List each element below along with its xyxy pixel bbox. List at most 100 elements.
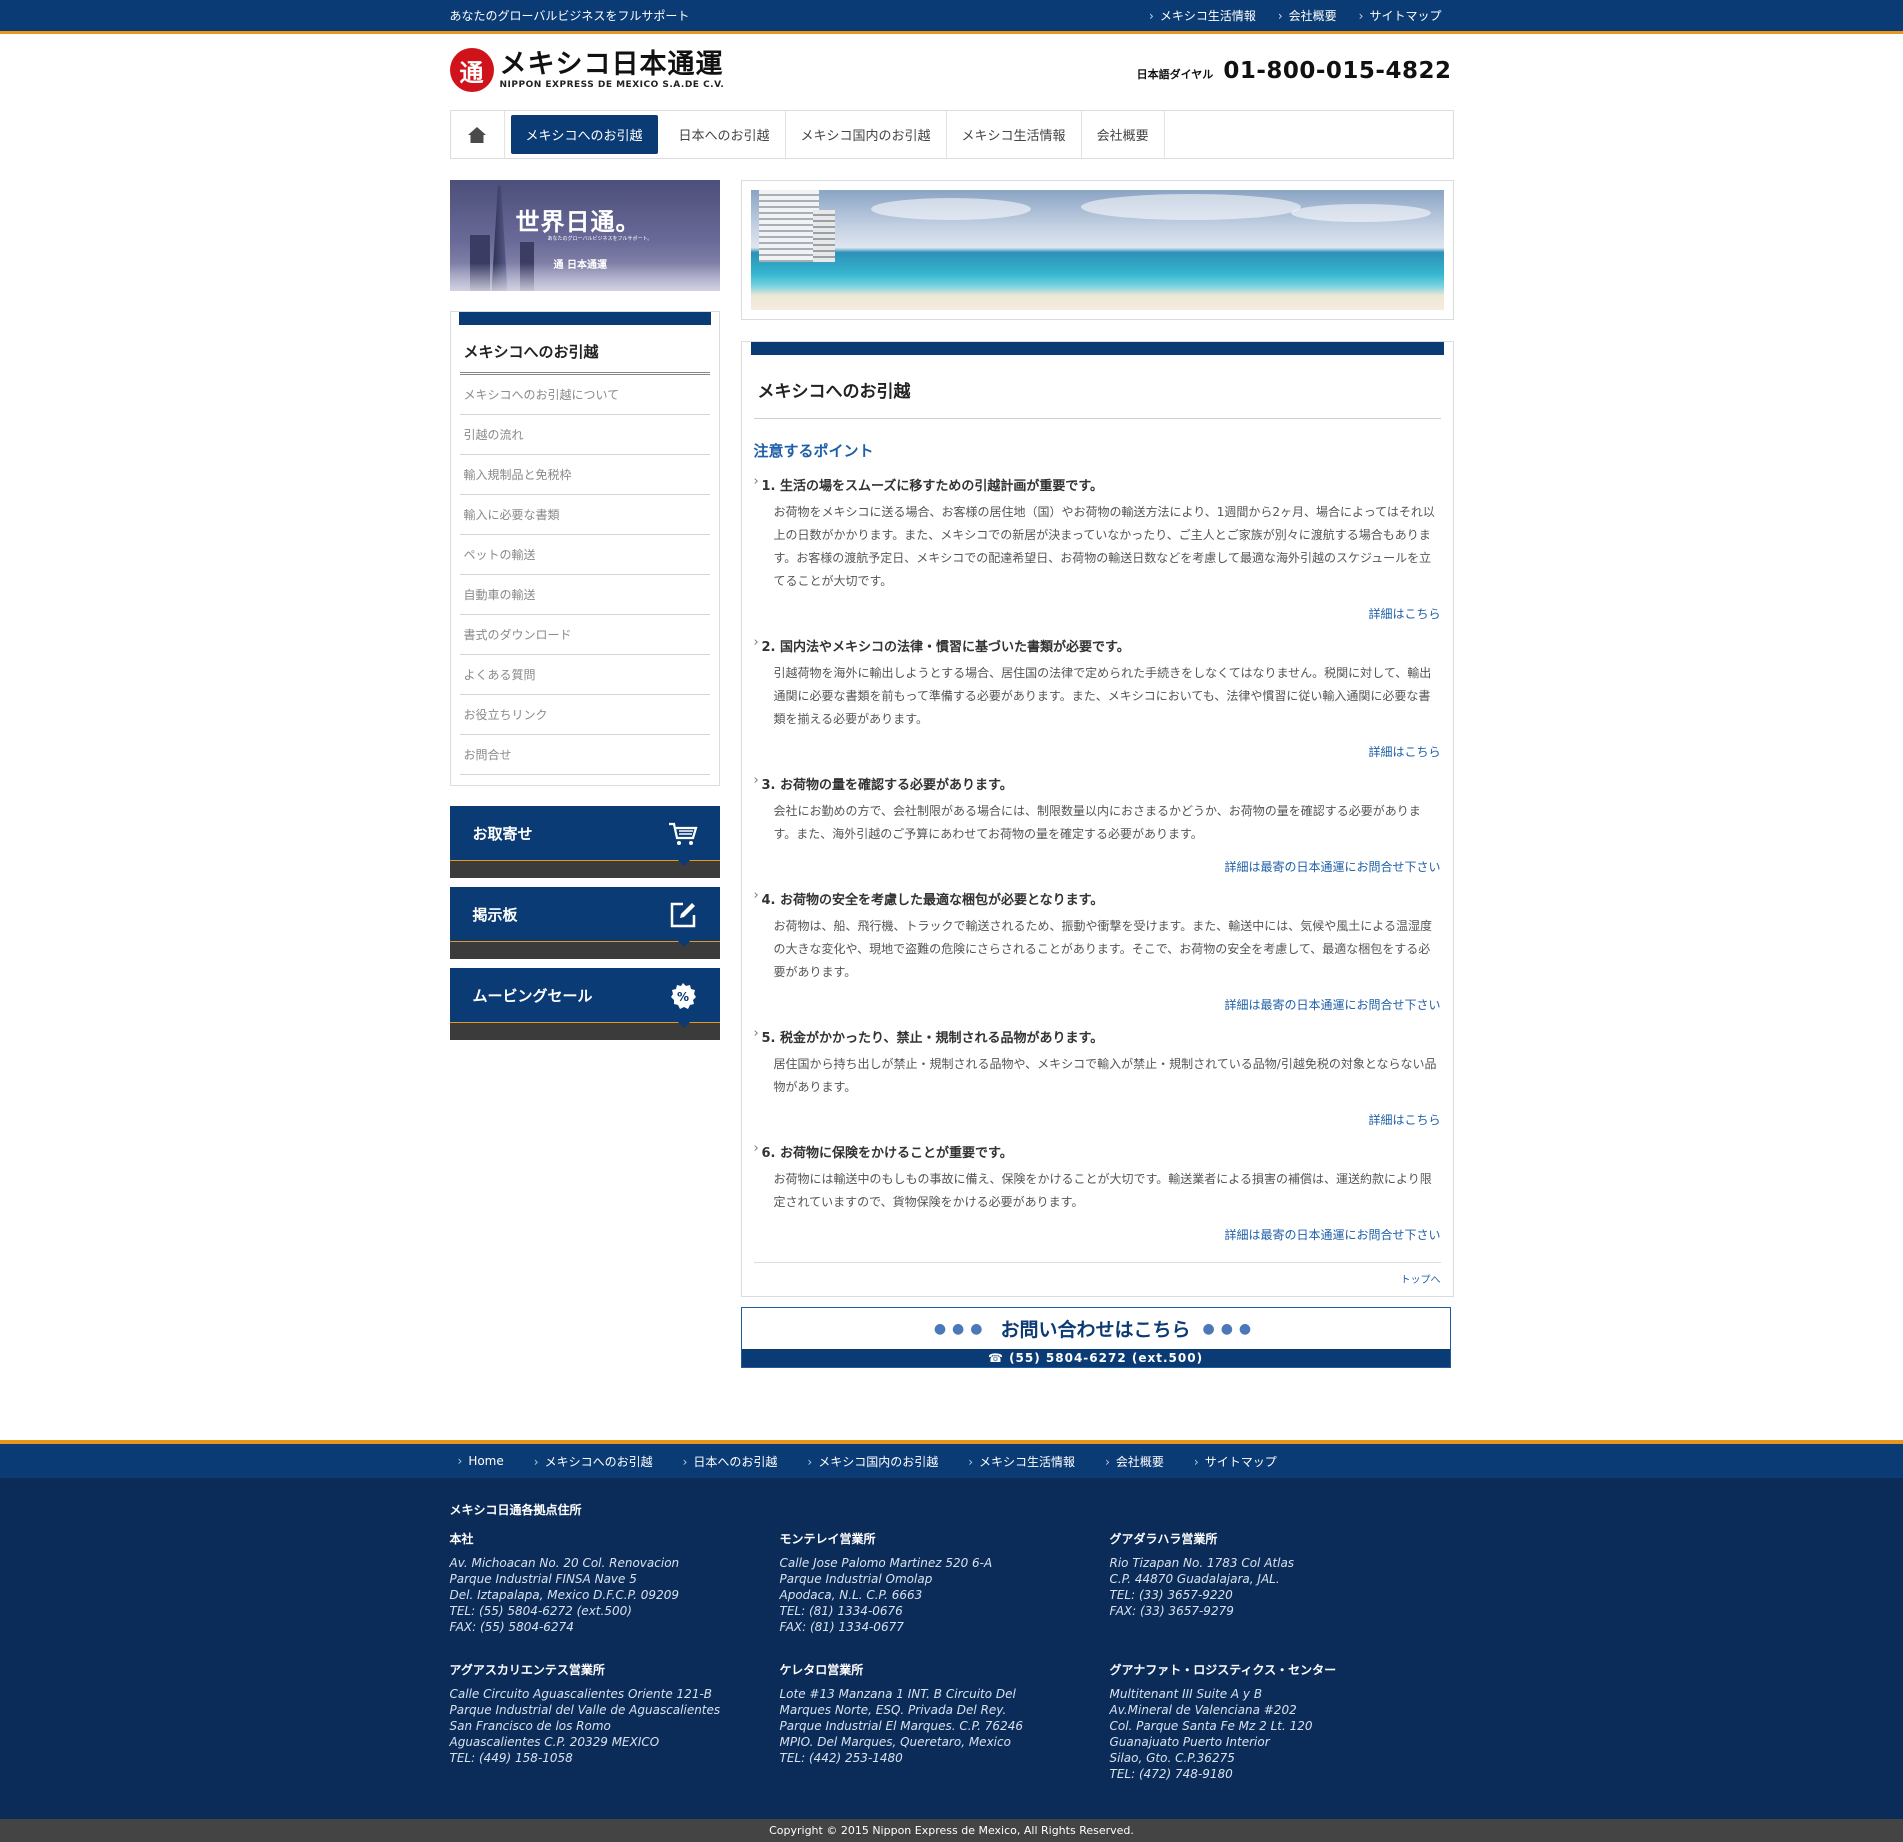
office-address-line: Aguascalientes C.P. 20329 MEXICO [449,1735,660,1749]
office-card: ケレタロ営業所 Lote #13 Manzana 1 INT. B Circui… [780,1661,1110,1782]
order-button[interactable]: お取寄せ [449,806,720,878]
details-link[interactable]: 詳細はこちら [754,605,1440,622]
sub-menu-item[interactable]: 自動車の輸送 [459,575,710,615]
sub-menu-item[interactable]: 輸入規制品と免税枠 [459,455,710,495]
footer-link-home[interactable]: Home [458,1454,503,1468]
details-link[interactable]: 詳細は最寄の日本通運にお問合せ下さい [754,1226,1440,1243]
japanese-dial: 日本語ダイヤル 01-800-015-4822 [1137,58,1452,84]
office-address-line: Calle Jose Palomo Martinez 520 6-A [779,1556,993,1570]
hero-image-frame [740,180,1454,320]
office-card: アグアスカリエンテス営業所 Calle Circuito Aguascalien… [450,1661,780,1782]
footer-link-moving-to-japan[interactable]: 日本へのお引越 [683,1453,777,1470]
point-item: 3. お荷物の量を確認する必要があります。 会社にお勤めの方で、会社制限がある場… [754,773,1441,875]
point-body: お荷物には輸送中のもしもの事故に備え、保険をかけることが大切です。輸送業者による… [773,1172,1432,1209]
percent-icon: % [668,981,698,1011]
offices-heading: メキシコ日通各拠点住所 [449,1503,582,1517]
home-icon [468,126,486,143]
details-link[interactable]: 詳細は最寄の日本通運にお問合せ下さい [754,858,1440,875]
sub-menu-item[interactable]: よくある質問 [459,655,710,695]
top-link-company[interactable]: 会社概要 [1278,7,1337,24]
office-address-line: Parque Industrial El Marques. C.P. 76246 [779,1719,1023,1733]
office-address-line: Del. Iztapalapa, Mexico D.F.C.P. 09209 [449,1588,679,1602]
contact-phone: (55) 5804-6272 (ext.500) [1009,1351,1204,1365]
footer-link-life-info[interactable]: メキシコ生活情報 [968,1453,1075,1470]
back-to-top-link[interactable]: トップへ [753,1262,1441,1286]
dial-number[interactable]: 01-800-015-4822 [1223,58,1451,84]
office-address-line: Lote #13 Manzana 1 INT. B Circuito Del [779,1687,1016,1701]
office-list: 本社 Av. Michoacan No. 20 Col. Renovacion … [450,1530,1454,1782]
office-address-line: San Francisco de los Romo [449,1719,611,1733]
footer: Home メキシコへのお引越 日本へのお引越 メキシコ国内のお引越 メキシコ生活… [0,1440,1903,1842]
sub-menu-item[interactable]: 輸入に必要な書類 [459,495,710,535]
section-title: 注意するポイント [753,442,874,460]
office-card: グアナファト・ロジスティクス・センター Multitenant III Suit… [1110,1661,1454,1782]
gnav-company[interactable]: 会社概要 [1082,111,1165,158]
office-fax: FAX: (55) 5804-6274 [449,1620,574,1634]
office-tel: TEL: (472) 748-9180 [1109,1767,1233,1781]
office-address-line: Av.Mineral de Valenciana #202 [1109,1703,1297,1717]
article: メキシコへのお引越 注意するポイント 1. 生活の場をスムーズに移すための引越計… [740,341,1454,1297]
top-link-sitemap[interactable]: サイトマップ [1359,7,1441,24]
board-button[interactable]: 掲示板 [449,887,720,959]
gnav-moving-to-japan[interactable]: 日本へのお引越 [664,111,786,158]
footer-link-domestic-moving[interactable]: メキシコ国内のお引越 [807,1453,938,1470]
details-link[interactable]: 詳細はこちら [754,743,1440,760]
office-address-line: Calle Circuito Aguascalientes Oriente 12… [449,1687,713,1701]
side-banner[interactable]: 世界日通。 あなたのグローバルビジネスをフルサポート。 通 日本通運 [449,180,720,291]
global-nav: メキシコへのお引越 日本へのお引越 メキシコ国内のお引越 メキシコ生活情報 会社… [449,110,1454,159]
office-name: 本社 [449,1532,474,1546]
point-heading: 6. お荷物に保険をかけることが重要です。 [754,1141,1441,1161]
office-address-line: Parque Industrial Omolap [779,1572,933,1586]
top-link-life-info[interactable]: メキシコ生活情報 [1149,7,1256,24]
sub-menu-item[interactable]: お役立ちリンク [459,695,710,735]
footer-link-sitemap[interactable]: サイトマップ [1194,1453,1277,1470]
office-address-line: Apodaca, N.L. C.P. 6663 [779,1588,923,1602]
point-heading: 5. 税金がかかったり、禁止・規制される品物があります。 [754,1026,1441,1046]
gnav-domestic-moving[interactable]: メキシコ国内のお引越 [786,111,947,158]
site-logo[interactable]: 通 メキシコ日本通運 NIPPON EXPRESS DE MEXICO S.A.… [449,48,725,92]
office-address-line: Av. Michoacan No. 20 Col. Renovacion [449,1556,680,1570]
cart-icon [668,819,698,849]
banner-subtitle: あなたのグローバルビジネスをフルサポート。 [547,236,653,242]
office-name: グアダラハラ営業所 [1109,1532,1218,1546]
office-tel: TEL: (81) 1334-0676 [779,1604,903,1618]
office-name: モンテレイ営業所 [779,1532,876,1546]
sub-menu-item[interactable]: 引越の流れ [459,415,710,455]
logo-subtitle: NIPPON EXPRESS DE MEXICO S.A.DE C.V. [499,80,725,90]
office-name: ケレタロ営業所 [779,1663,864,1677]
sub-menu-item[interactable]: お問合せ [459,735,710,775]
footer-link-company[interactable]: 会社概要 [1105,1453,1164,1470]
gnav-life-info[interactable]: メキシコ生活情報 [947,111,1082,158]
office-address-line: Rio Tizapan No. 1783 Col Atlas [1109,1556,1295,1570]
sub-menu-item[interactable]: ペットの輸送 [459,535,710,575]
office-address-line: Parque Industrial del Valle de Aguascali… [449,1703,721,1717]
point-body: お荷物をメキシコに送る場合、お客様の居住地（国）やお荷物の輸送方法により、1週間… [773,505,1435,588]
office-address-line: C.P. 44870 Guadalajara, JAL. [1109,1572,1280,1586]
moving-sale-button[interactable]: ムービングセール % [449,968,720,1040]
details-link[interactable]: 詳細は最寄の日本通運にお問合せ下さい [754,996,1440,1013]
point-item: 6. お荷物に保険をかけることが重要です。 お荷物には輸送中のもしもの事故に備え… [754,1141,1441,1243]
dial-label: 日本語ダイヤル [1136,68,1214,81]
office-card: モンテレイ営業所 Calle Jose Palomo Martinez 520 … [780,1530,1110,1635]
order-label: お取寄せ [472,824,533,843]
sub-menu-item[interactable]: 書式のダウンロード [459,615,710,655]
footer-link-moving-to-mexico[interactable]: メキシコへのお引越 [534,1453,653,1470]
logo-mark-icon: 通 [449,48,494,92]
gnav-moving-to-mexico[interactable]: メキシコへのお引越 [510,115,658,154]
office-address-line: MPIO. Del Marques, Queretaro, Mexico [779,1735,1011,1749]
home-button[interactable] [451,111,505,158]
office-fax: FAX: (81) 1334-0677 [779,1620,904,1634]
details-link[interactable]: 詳細はこちら [754,1111,1440,1128]
banner-title: 世界日通。 [515,208,641,236]
dots-decoration: ●●● [933,1320,989,1337]
office-tel: TEL: (55) 5804-6272 (ext.500) [449,1604,632,1618]
top-bar: あなたのグローバルビジネスをフルサポート メキシコ生活情報 会社概要 サイトマッ… [0,0,1903,34]
contact-banner[interactable]: ●●● お問い合わせはこちら ●●● ☎ (55) 5804-6272 (ext… [740,1307,1451,1368]
point-heading: 1. 生活の場をスムーズに移すための引越計画が重要です。 [754,474,1441,494]
office-fax: FAX: (33) 3657-9279 [1109,1604,1234,1618]
office-tel: TEL: (33) 3657-9220 [1109,1588,1233,1602]
tagline: あなたのグローバルビジネスをフルサポート [449,9,690,23]
sub-menu-item[interactable]: メキシコへのお引越について [459,375,710,415]
office-address-line: Marques Norte, ESQ. Privada Del Rey. [779,1703,1007,1717]
office-address-line: Guanajuato Puerto Interior [1109,1735,1270,1749]
